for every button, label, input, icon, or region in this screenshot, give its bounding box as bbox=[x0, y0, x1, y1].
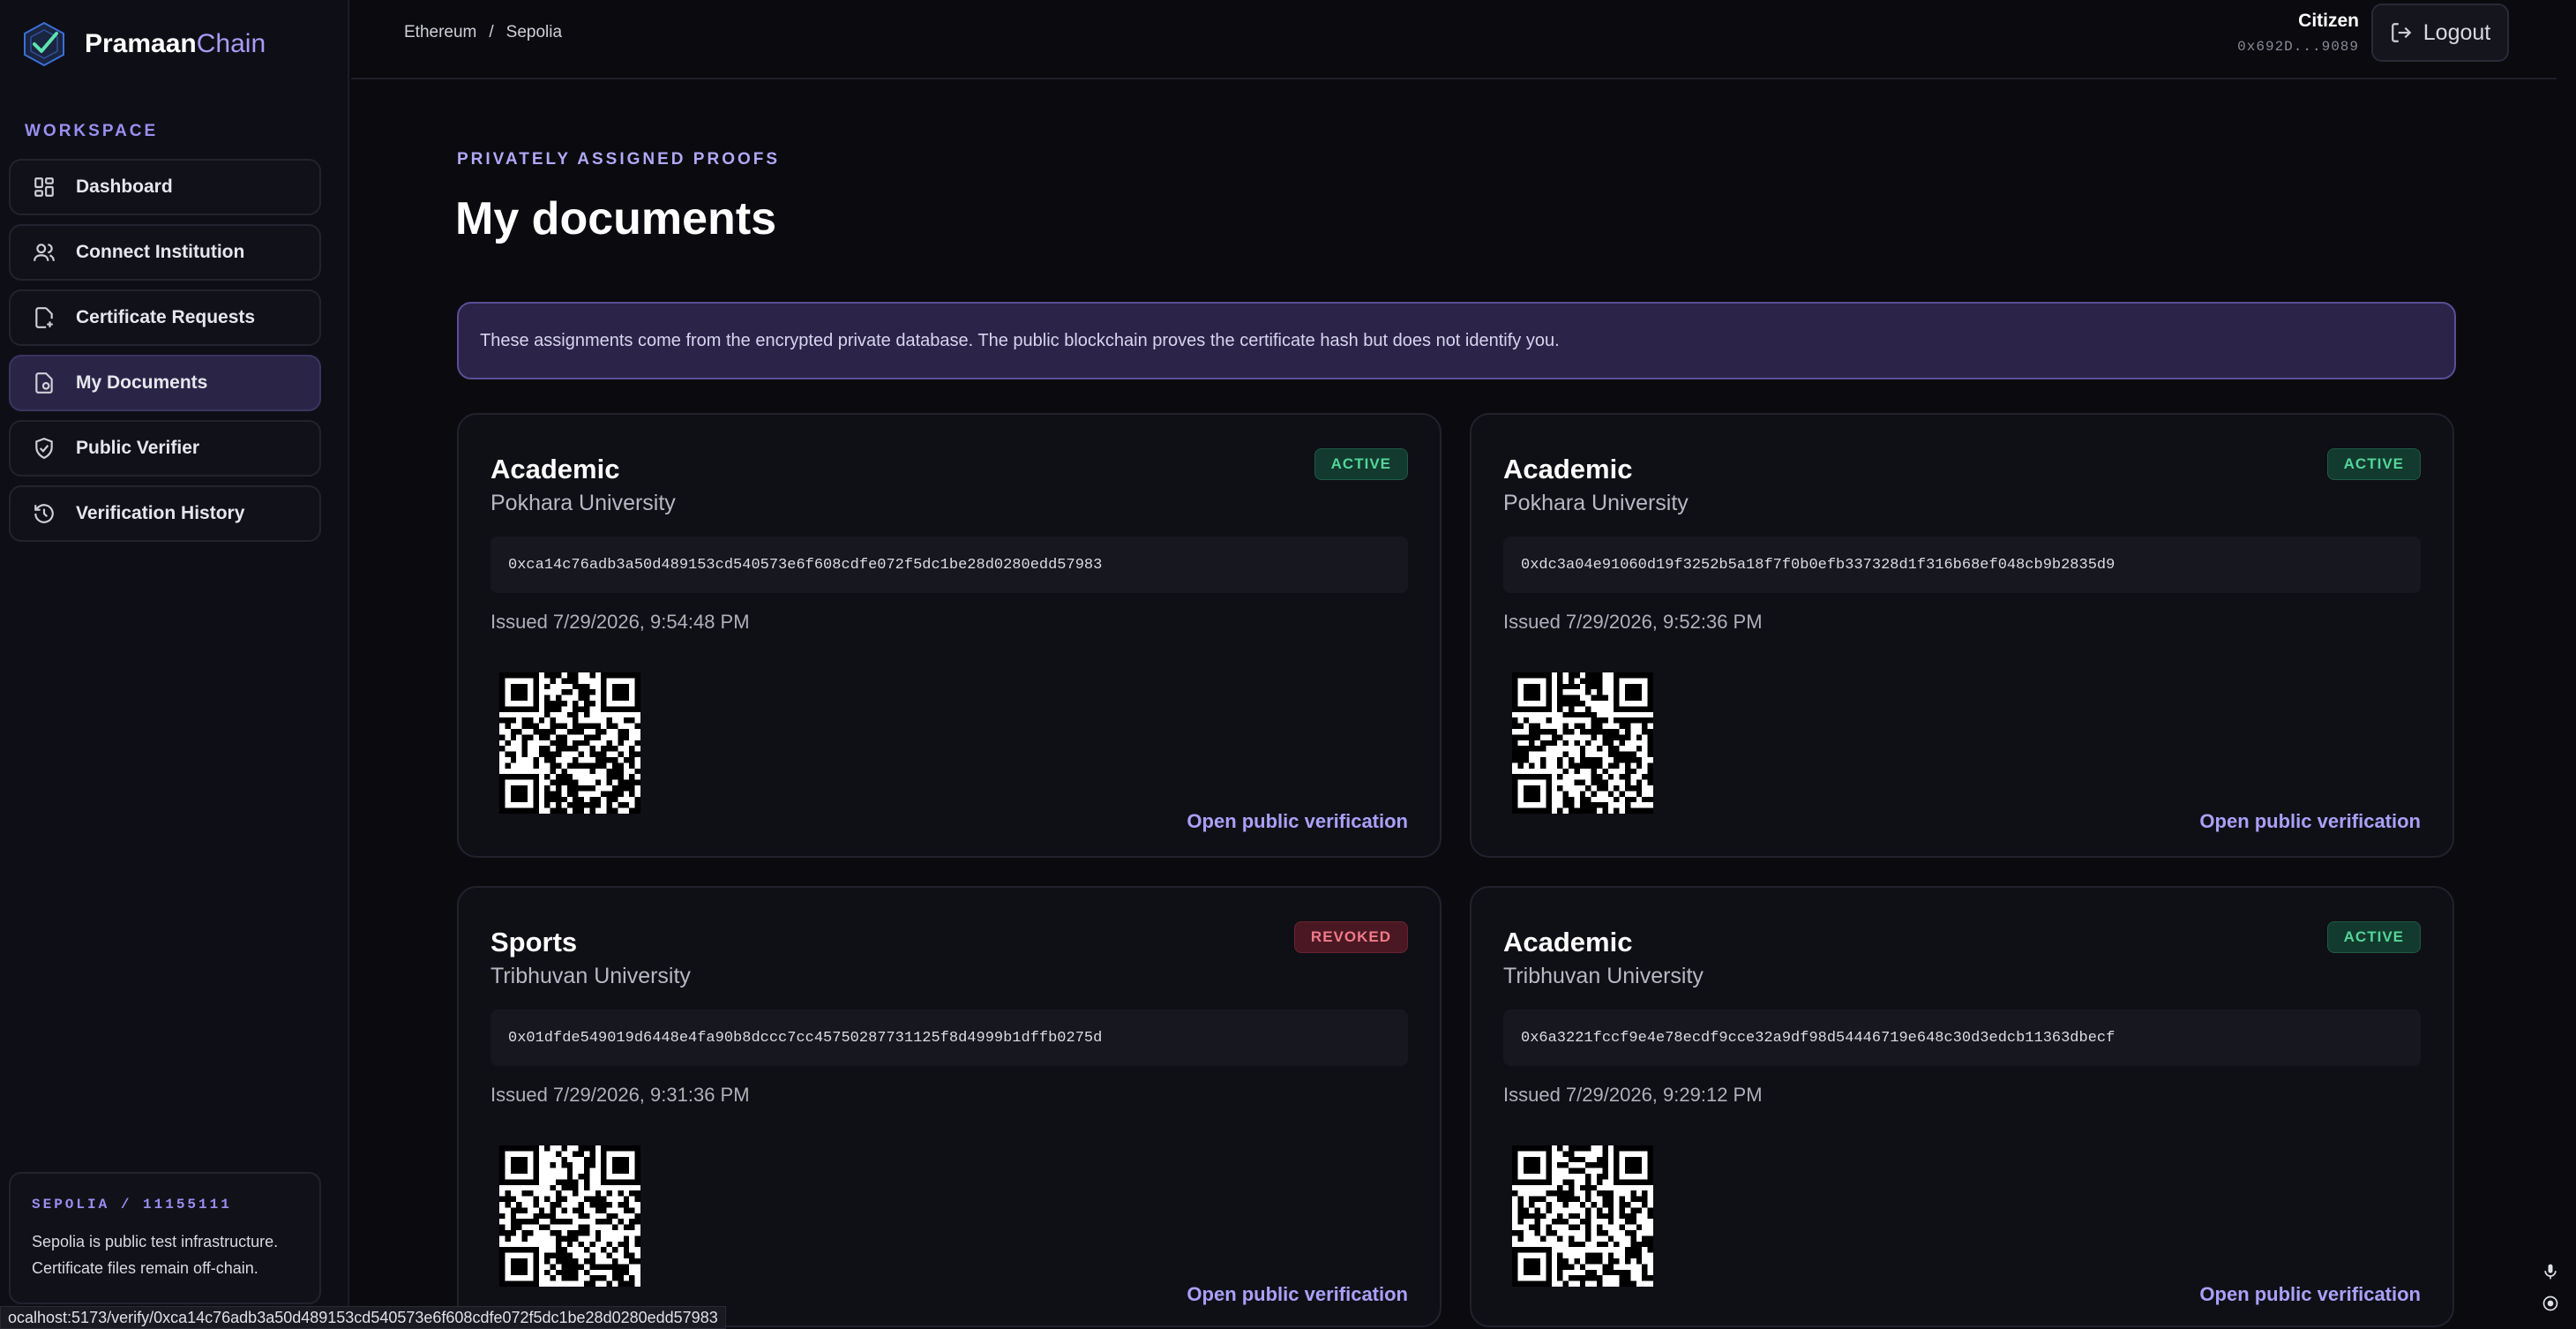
brand-name: PramaanChain bbox=[85, 29, 266, 59]
breadcrumb-separator: / bbox=[489, 23, 494, 41]
document-type: Academic bbox=[1503, 454, 1633, 484]
microphone-icon[interactable] bbox=[2539, 1260, 2562, 1283]
workspace-label: WORKSPACE bbox=[25, 122, 159, 140]
certificate-hash[interactable]: 0xca14c76adb3a50d489153cd540573e6f608cdf… bbox=[490, 537, 1408, 593]
sidebar-item-label: Connect Institution bbox=[76, 242, 245, 262]
document-card: Academic Pokhara University ACTIVE 0xca1… bbox=[457, 413, 1442, 858]
brand-name-part1: Pramaan bbox=[85, 29, 197, 58]
logout-icon bbox=[2391, 23, 2412, 42]
dashboard-icon bbox=[32, 175, 56, 199]
sidebar-item-dashboard[interactable]: Dashboard bbox=[9, 159, 321, 215]
certificate-hash[interactable]: 0xdc3a04e91060d19f3252b5a18f7f0b0efb3373… bbox=[1503, 537, 2421, 593]
document-card: Academic Tribhuvan University ACTIVE 0x6… bbox=[1470, 886, 2454, 1327]
open-verification-link[interactable]: Open public verification bbox=[1187, 1283, 1408, 1306]
document-type: Academic bbox=[490, 454, 620, 484]
sidebar-item-label: Verification History bbox=[76, 503, 245, 523]
brand-name-part2: Chain bbox=[196, 29, 266, 58]
file-request-icon bbox=[32, 305, 56, 330]
issued-date: Issued 7/29/2026, 9:54:48 PM bbox=[490, 611, 750, 633]
certificate-hash[interactable]: 0x6a3221fccf9e4e78ecdf9cce32a9df98d54446… bbox=[1503, 1010, 2421, 1066]
issued-date: Issued 7/29/2026, 9:31:36 PM bbox=[490, 1084, 750, 1106]
top-bar: Ethereum / Sepolia Citizen 0x692D...9089… bbox=[351, 0, 2576, 79]
certificate-hash[interactable]: 0x01dfde549019d6448e4fa90b8dccc7cc457502… bbox=[490, 1010, 1408, 1066]
status-badge: ACTIVE bbox=[1314, 448, 1408, 480]
issued-date: Issued 7/29/2026, 9:52:36 PM bbox=[1503, 611, 1763, 633]
page-title: My documents bbox=[455, 193, 777, 244]
user-info: Citizen 0x692D...9089 bbox=[2237, 11, 2359, 55]
open-verification-link[interactable]: Open public verification bbox=[2199, 810, 2421, 833]
sidebar-item-verification-history[interactable]: Verification History bbox=[9, 485, 321, 542]
sidebar-item-connect-institution[interactable]: Connect Institution bbox=[9, 224, 321, 281]
sidebar-nav: Dashboard Connect Institution Certificat… bbox=[9, 159, 321, 551]
network-title: SEPOLIA / 11155111 bbox=[32, 1197, 232, 1213]
status-badge: ACTIVE bbox=[2326, 448, 2421, 480]
sidebar: PramaanChain WORKSPACE Dashboard Connect… bbox=[0, 0, 349, 1329]
document-card: Sports Tribhuvan University REVOKED 0x01… bbox=[457, 886, 1442, 1327]
sidebar-item-label: Certificate Requests bbox=[76, 307, 256, 327]
page-kicker: PRIVATELY ASSIGNED PROOFS bbox=[457, 150, 781, 169]
sidebar-item-certificate-requests[interactable]: Certificate Requests bbox=[9, 289, 321, 346]
shield-icon bbox=[32, 436, 56, 461]
network-info-card: SEPOLIA / 11155111 Sepolia is public tes… bbox=[9, 1172, 321, 1304]
open-verification-link[interactable]: Open public verification bbox=[1187, 810, 1408, 833]
users-icon bbox=[32, 240, 56, 265]
document-institution: Pokhara University bbox=[490, 491, 676, 515]
document-institution: Tribhuvan University bbox=[1503, 964, 1704, 988]
wallet-address: 0x692D...9089 bbox=[2237, 39, 2359, 55]
document-card: Academic Pokhara University ACTIVE 0xdc3… bbox=[1470, 413, 2454, 858]
sidebar-item-label: My Documents bbox=[76, 372, 208, 393]
qr-code bbox=[499, 1145, 640, 1287]
qr-code bbox=[1512, 1145, 1653, 1287]
breadcrumb-network[interactable]: Ethereum bbox=[404, 23, 476, 42]
logout-label: Logout bbox=[2422, 19, 2491, 45]
document-type: Academic bbox=[1503, 927, 1633, 957]
scrollbar[interactable] bbox=[2557, 0, 2576, 1329]
network-line-1: Sepolia is public test infrastructure. bbox=[32, 1233, 279, 1250]
sidebar-item-label: Dashboard bbox=[76, 176, 173, 197]
status-badge: ACTIVE bbox=[2326, 921, 2421, 953]
logo-icon bbox=[24, 21, 64, 67]
network-description: Sepolia is public test infrastructure. C… bbox=[32, 1228, 298, 1281]
status-bar-url: ocalhost:5173/verify/0xca14c76adb3a50d48… bbox=[0, 1306, 726, 1329]
privacy-notice: These assignments come from the encrypte… bbox=[457, 302, 2456, 379]
brand[interactable]: PramaanChain bbox=[19, 19, 266, 69]
issued-date: Issued 7/29/2026, 9:29:12 PM bbox=[1503, 1084, 1763, 1106]
breadcrumb: Ethereum / Sepolia bbox=[404, 23, 562, 42]
document-type: Sports bbox=[490, 927, 578, 957]
document-institution: Tribhuvan University bbox=[490, 964, 691, 988]
document-institution: Pokhara University bbox=[1503, 491, 1689, 515]
sidebar-item-label: Public Verifier bbox=[76, 438, 200, 458]
documents-icon bbox=[32, 371, 56, 395]
status-badge: REVOKED bbox=[1293, 921, 1408, 953]
qr-code bbox=[499, 672, 640, 814]
sidebar-item-public-verifier[interactable]: Public Verifier bbox=[9, 420, 321, 477]
logout-button[interactable]: Logout bbox=[2371, 4, 2509, 62]
settings-icon[interactable] bbox=[2539, 1292, 2562, 1315]
history-icon bbox=[32, 501, 56, 526]
qr-code bbox=[1512, 672, 1653, 814]
breadcrumb-chain[interactable]: Sepolia bbox=[506, 23, 562, 42]
open-verification-link[interactable]: Open public verification bbox=[2199, 1283, 2421, 1306]
sidebar-item-my-documents[interactable]: My Documents bbox=[9, 355, 321, 411]
network-line-2: Certificate files remain off-chain. bbox=[32, 1259, 258, 1277]
user-role: Citizen bbox=[2298, 11, 2359, 31]
